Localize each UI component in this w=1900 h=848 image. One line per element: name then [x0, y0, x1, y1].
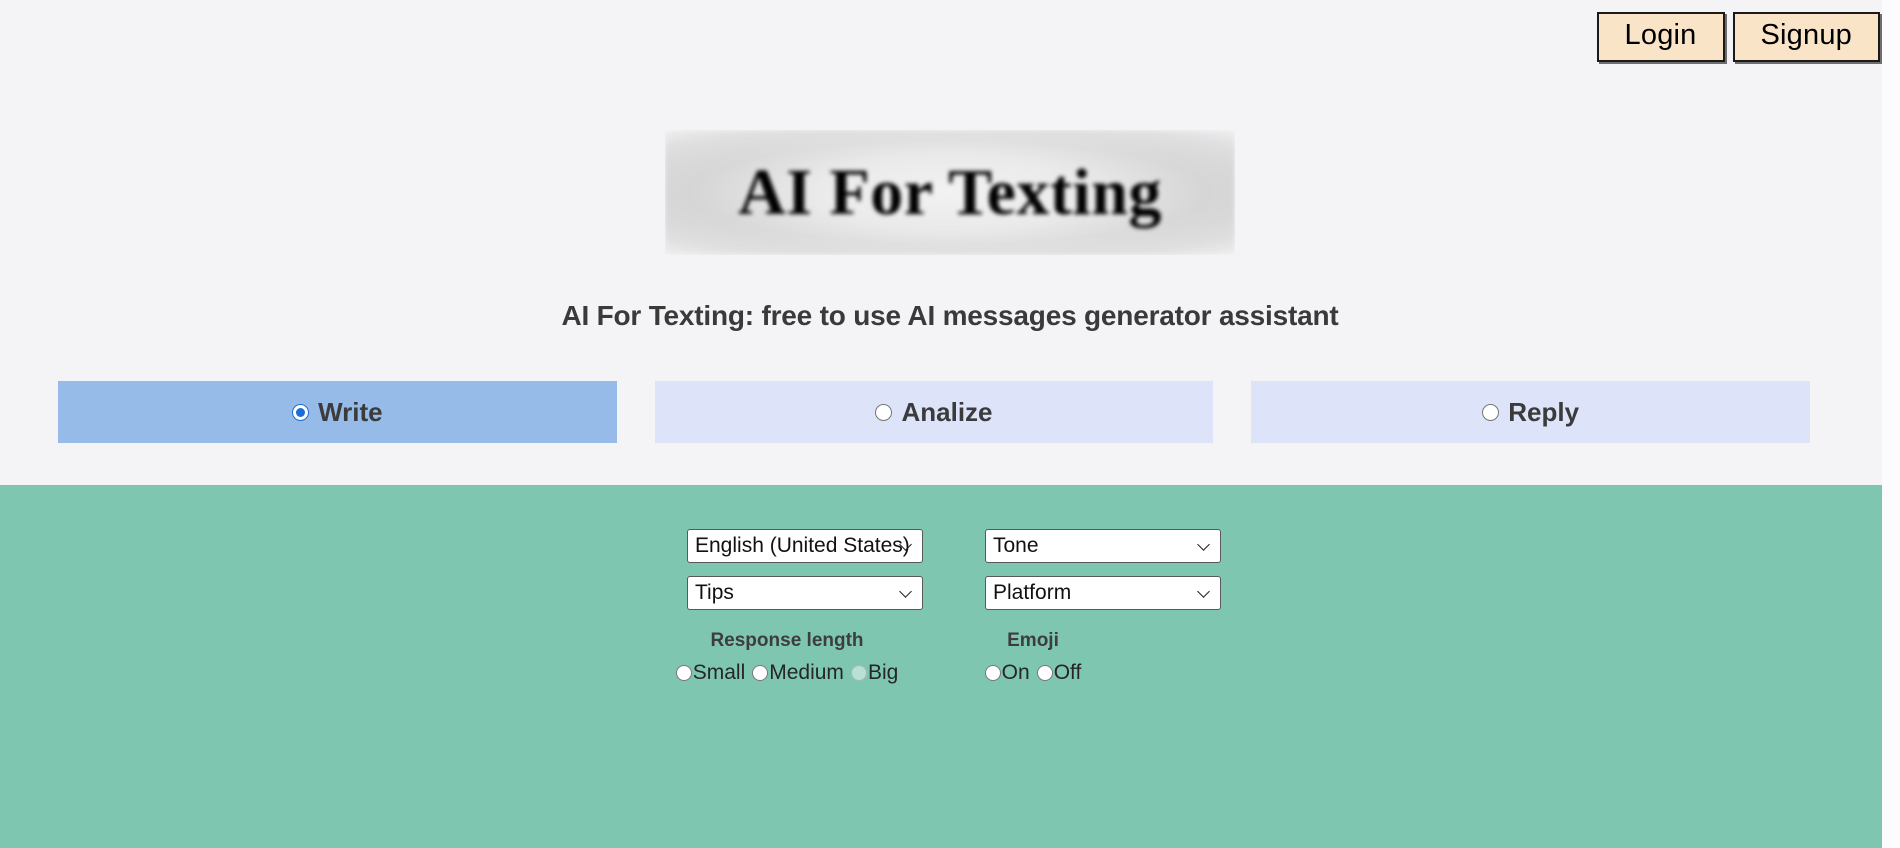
tips-select-wrap: Tips	[687, 576, 923, 610]
tone-select[interactable]: Tone	[985, 529, 1221, 563]
tab-write-label: Write	[318, 396, 383, 427]
emoji-on[interactable]: On	[984, 661, 1030, 685]
tab-reply-label: Reply	[1508, 396, 1580, 427]
page-scrollbar[interactable]	[1882, 0, 1900, 848]
platform-select-wrap: Platform	[985, 576, 1221, 610]
language-select[interactable]: English (United States)	[687, 529, 923, 563]
settings-row-1: English (United States) Tone	[687, 529, 1227, 563]
response-length-small-label: Small	[692, 661, 746, 684]
response-length-choices: Small Medium Big	[675, 661, 898, 685]
login-button[interactable]: Login	[1596, 12, 1725, 62]
emoji-on-label: On	[1001, 661, 1030, 684]
response-length-big[interactable]: Big	[850, 661, 899, 685]
page-root: Login Signup AI For Texting AI For Texti…	[0, 0, 1900, 848]
logo-text: AI For Texting	[738, 155, 1162, 229]
emoji-on-radio[interactable]	[984, 665, 1001, 681]
settings-controls: English (United States) Tone Tips Platfo…	[675, 529, 1227, 685]
platform-select[interactable]: Platform	[985, 576, 1221, 610]
response-length-medium[interactable]: Medium	[752, 661, 844, 685]
response-length-title: Response length	[710, 630, 864, 651]
logo-banner: AI For Texting	[0, 130, 1900, 255]
tab-reply-radio[interactable]	[1482, 403, 1500, 421]
auth-bar: Login Signup	[1596, 12, 1880, 62]
signup-button[interactable]: Signup	[1732, 12, 1880, 62]
mode-tab-bar: Write Analize Reply	[58, 381, 1811, 443]
tab-reply[interactable]: Reply	[1251, 381, 1811, 443]
response-length-small-radio[interactable]	[675, 665, 692, 681]
emoji-off-label: Off	[1053, 661, 1082, 684]
response-length-medium-radio[interactable]	[752, 665, 769, 681]
response-length-group: Response length Small Medium Big	[675, 630, 898, 685]
response-length-big-radio[interactable]	[850, 665, 867, 681]
logo-image: AI For Texting	[665, 130, 1235, 255]
emoji-off[interactable]: Off	[1036, 661, 1082, 685]
tab-analize[interactable]: Analize	[654, 381, 1214, 443]
emoji-choices: On Off	[933, 661, 1133, 685]
language-select-wrap: English (United States)	[687, 529, 923, 563]
emoji-off-radio[interactable]	[1036, 665, 1053, 681]
tab-write[interactable]: Write	[58, 381, 617, 443]
settings-row-3: Response length Small Medium Big Emoji O…	[675, 630, 1227, 685]
tab-analize-radio[interactable]	[875, 403, 893, 421]
tab-write-radio[interactable]	[292, 403, 310, 421]
response-length-big-label: Big	[867, 661, 899, 684]
emoji-title: Emoji	[1007, 630, 1059, 651]
emoji-group: Emoji On Off	[933, 630, 1133, 685]
tips-select[interactable]: Tips	[687, 576, 923, 610]
response-length-small[interactable]: Small	[675, 661, 746, 685]
response-length-medium-label: Medium	[769, 661, 844, 684]
tab-analize-label: Analize	[901, 396, 993, 427]
settings-panel: English (United States) Tone Tips Platfo…	[0, 485, 1882, 848]
tone-select-wrap: Tone	[985, 529, 1221, 563]
page-title: AI For Texting: free to use AI messages …	[561, 300, 1339, 331]
settings-row-2: Tips Platform	[687, 576, 1227, 610]
